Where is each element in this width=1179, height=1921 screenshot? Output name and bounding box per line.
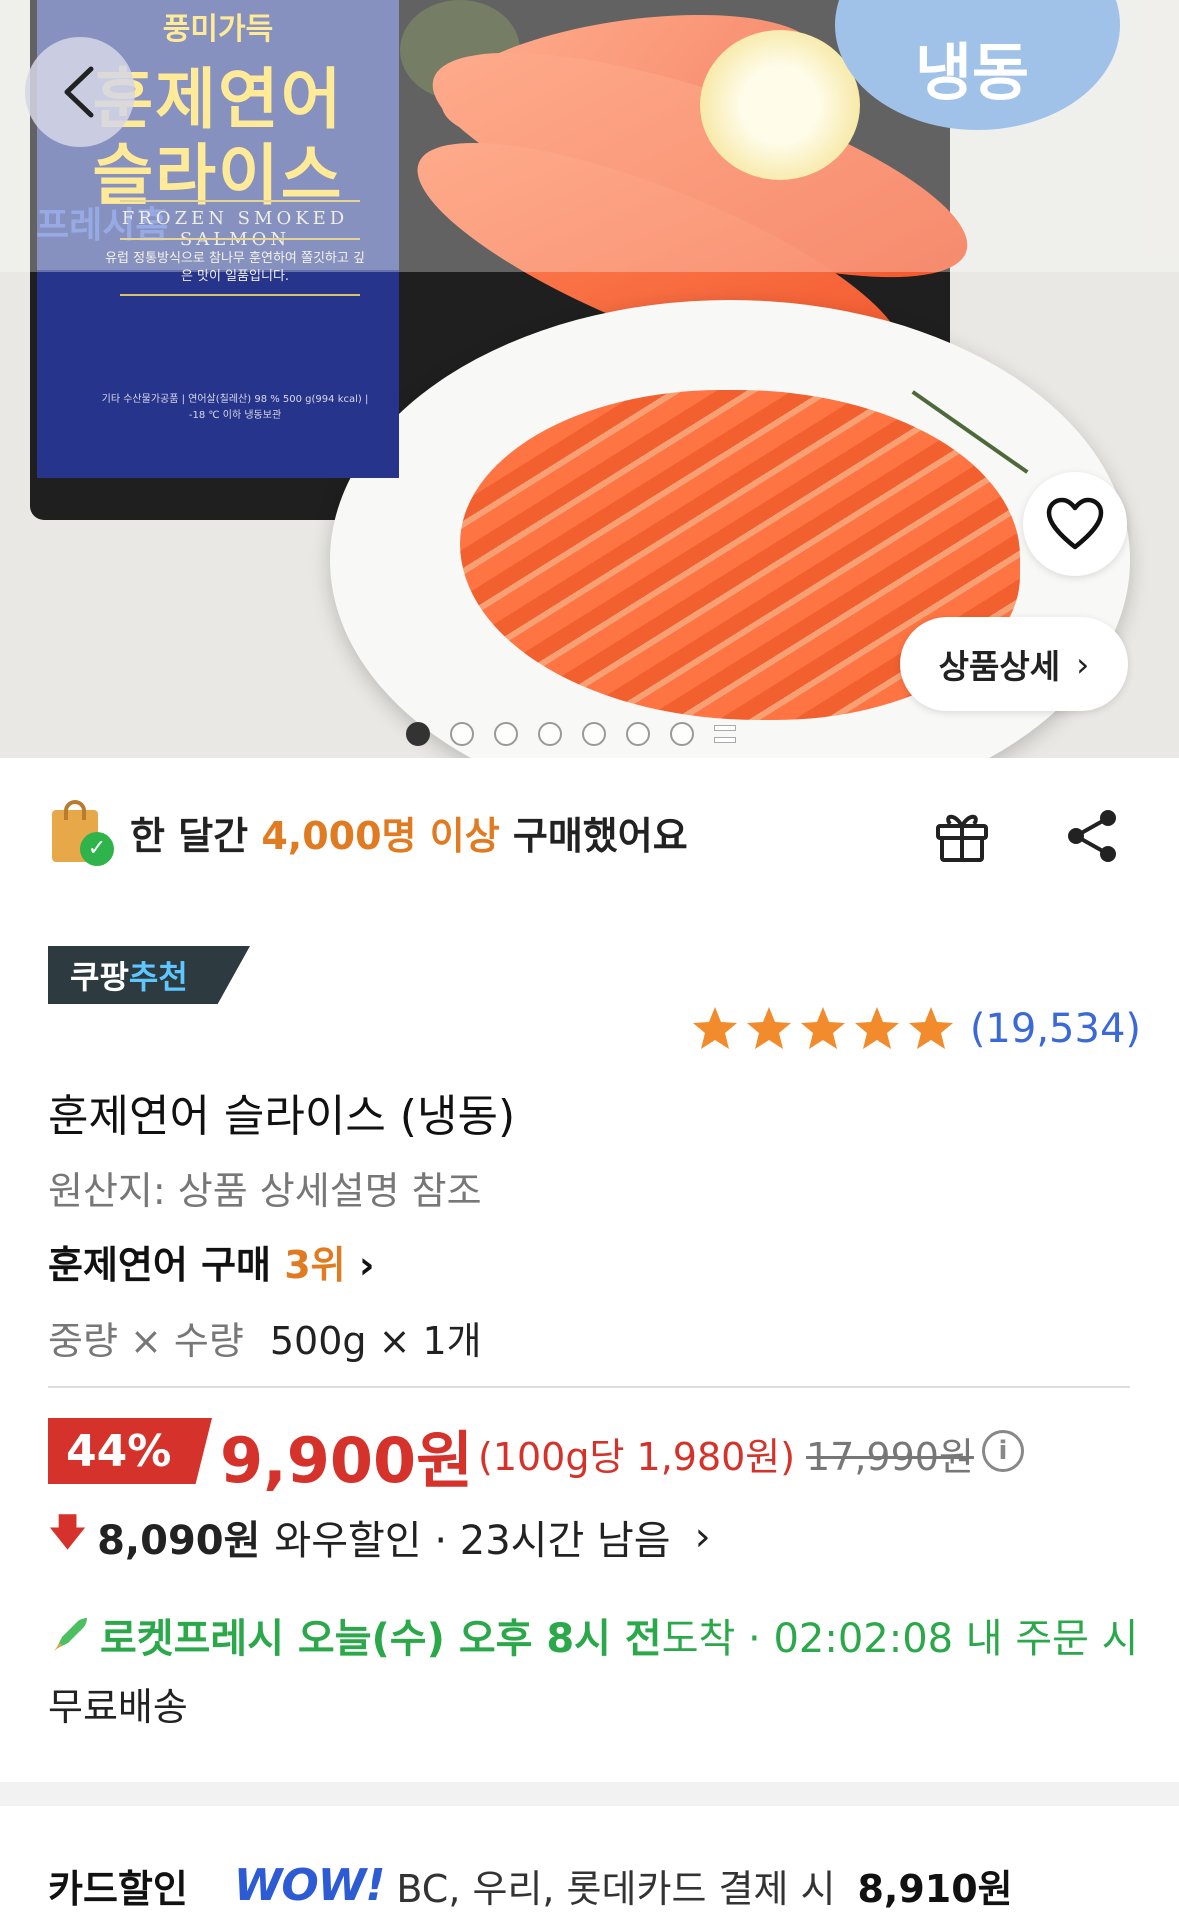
wow-discount-text: 와우할인 · 23시간 남음: [274, 1517, 671, 1564]
purchase-count-highlight: 4,000명 이상: [261, 813, 500, 858]
carousel-dot[interactable]: [670, 722, 694, 746]
carousel-dot[interactable]: [538, 722, 562, 746]
shopping-bag-check-icon: ✓: [48, 798, 114, 866]
free-shipping: 무료배송: [48, 1685, 188, 1729]
info-icon[interactable]: i: [982, 1430, 1024, 1472]
chevron-right-icon: ›: [358, 1243, 375, 1287]
chevron-right-icon: ›: [694, 1513, 711, 1560]
gift-button[interactable]: [932, 806, 992, 866]
carousel-dot[interactable]: [626, 722, 650, 746]
weight-label: 중량 × 수량: [48, 1319, 244, 1363]
arrow-down-icon: 🡇: [48, 1510, 88, 1554]
delivery-deadline: 도착 · 02:02:08 내 주문 시: [661, 1616, 1139, 1662]
product-title: 훈제연어 슬라이스 (냉동): [48, 1091, 516, 1142]
product-detail-label: 상품상세: [938, 647, 1061, 686]
section-separator: [0, 1782, 1179, 1806]
wow-discount-row[interactable]: 🡇 8,090원 와우할인 · 23시간 남음 ›: [48, 1504, 711, 1569]
product-origin: 원산지: 상품 상세설명 참조: [48, 1169, 482, 1213]
review-count[interactable]: (19,534): [970, 1006, 1141, 1052]
weight-value: 500g × 1개: [269, 1319, 482, 1363]
rocket-icon: [54, 1618, 87, 1651]
badge-part1: 쿠팡: [70, 958, 129, 996]
carousel-dot[interactable]: [582, 722, 606, 746]
chevron-left-icon: [64, 66, 94, 118]
purchase-count-text: 한 달간 4,000명 이상 구매했어요: [130, 805, 688, 860]
purchase-count-suffix: 구매했어요: [499, 813, 688, 858]
star-icon: [692, 1007, 737, 1049]
discount-rate-badge: 44%: [48, 1418, 212, 1484]
package-divider: [120, 294, 360, 296]
rating-summary[interactable]: (19,534): [690, 1004, 1141, 1054]
card-discount-text: BC, 우리, 롯데카드 결제 시: [396, 1867, 836, 1911]
card-discount-label: 카드할인: [48, 1867, 188, 1911]
package-info: 기타 수산물가공품 | 연어살(칠레산) 98 % 500 g(994 kcal…: [101, 394, 369, 421]
coupang-recommend-badge: 쿠팡 추천: [48, 946, 250, 1004]
weight-quantity: 중량 × 수량 500g × 1개: [48, 1310, 482, 1365]
heart-icon: [1046, 497, 1104, 550]
wow-logo: WOW!: [233, 1860, 386, 1911]
purchase-count-prefix: 한 달간: [130, 813, 262, 858]
sale-price: 9,900원: [220, 1424, 474, 1497]
more-images-icon[interactable]: [714, 725, 736, 743]
gift-icon: [936, 814, 988, 862]
product-detail-button[interactable]: 상품상세 ›: [900, 617, 1128, 711]
back-button[interactable]: [25, 37, 135, 147]
carousel-dot[interactable]: [406, 722, 430, 746]
purchase-count-banner: ✓ 한 달간 4,000명 이상 구매했어요: [48, 798, 688, 866]
badge-part2: 추천: [128, 958, 188, 996]
star-icon: [800, 1007, 845, 1049]
star-rating: [690, 1004, 960, 1054]
share-icon: [1068, 810, 1116, 862]
card-discount-row[interactable]: 카드할인 WOW! BC, 우리, 롯데카드 결제 시 8,910원: [48, 1858, 1013, 1913]
category-rank-link[interactable]: 훈제연어 구매 3위 ›: [48, 1234, 375, 1289]
header-overlay: [0, 0, 1179, 272]
chevron-right-icon: ›: [1076, 644, 1090, 684]
unit-price: (100g당 1,980원): [478, 1435, 796, 1479]
card-discount-price: 8,910원: [857, 1867, 1013, 1911]
star-icon: [854, 1007, 899, 1049]
product-image-carousel[interactable]: 풍미가득 훈제연어 슬라이스 프레시홈 FROZEN SMOKED SALMON…: [0, 0, 1179, 758]
wow-price: 8,090원: [97, 1517, 261, 1564]
carousel-dot[interactable]: [450, 722, 474, 746]
rank-label: 훈제연어 구매: [48, 1243, 285, 1287]
original-price: 17,990원: [806, 1435, 974, 1479]
carousel-dot[interactable]: [494, 722, 518, 746]
delivery-info: 로켓프레시 오늘(수) 오후 8시 전 도착 · 02:02:08 내 주문 시: [48, 1606, 1138, 1664]
carousel-indicator[interactable]: [406, 722, 736, 746]
share-button[interactable]: [1062, 806, 1122, 866]
star-icon: [746, 1007, 791, 1049]
divider: [48, 1386, 1130, 1388]
star-icon: [908, 1007, 953, 1049]
delivery-eta: 로켓프레시 오늘(수) 오후 8시 전: [100, 1616, 662, 1662]
rank-value: 3위: [284, 1243, 346, 1287]
wishlist-button[interactable]: [1023, 472, 1127, 576]
